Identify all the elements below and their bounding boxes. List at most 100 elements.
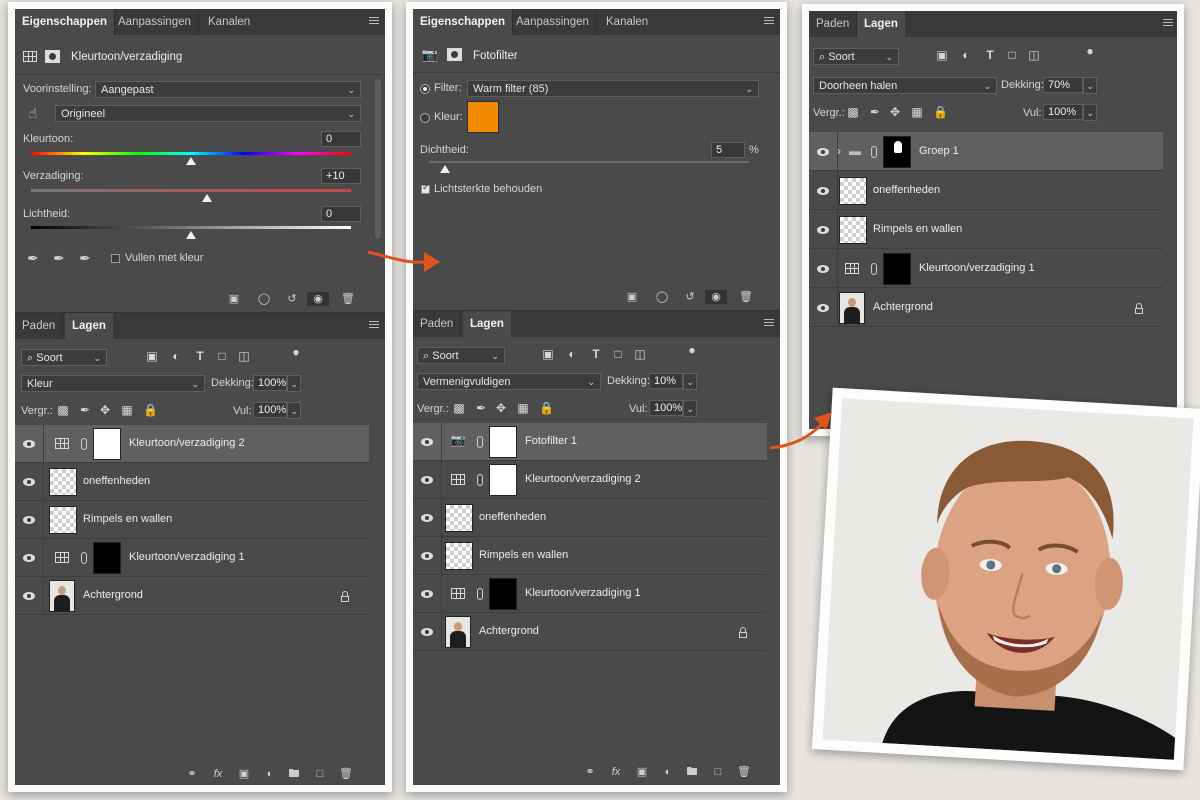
visibility-eye-icon[interactable] [421, 552, 433, 560]
tab-layers[interactable]: Lagen [65, 313, 113, 339]
filter-type-icon[interactable]: T [983, 48, 997, 62]
lock-artboard-icon[interactable]: ▦ [121, 403, 133, 417]
density-slider-track[interactable] [429, 161, 749, 163]
filter-toggle-icon[interactable]: ● [687, 343, 697, 357]
layer-row[interactable]: Rimpels en wallen [413, 537, 767, 575]
lock-artboard-icon[interactable]: ▦ [517, 401, 529, 415]
mask-icon[interactable] [447, 48, 462, 61]
layer-row[interactable]: › ▬ Groep 1 [809, 132, 1163, 171]
density-slider-thumb[interactable] [440, 165, 450, 173]
hue-slider-thumb[interactable] [186, 157, 196, 165]
opacity-field[interactable]: 100% [253, 375, 287, 391]
saturation-slider-track[interactable] [31, 189, 351, 192]
layer-row[interactable]: Achtergrond [413, 613, 767, 651]
lock-transparency-icon[interactable]: ▩ [847, 105, 859, 119]
color-swatch[interactable] [467, 101, 499, 133]
hand-target-icon[interactable]: ☝ [25, 105, 41, 122]
layer-row[interactable]: Kleurtoon/verzadiging 2 [15, 425, 369, 463]
filter-select[interactable]: Warm filter (85) ⌄ [467, 80, 759, 97]
visibility-icon[interactable]: ◉ [705, 290, 727, 304]
hue-saturation-icon[interactable] [451, 474, 465, 485]
tab-adjustments[interactable]: Aanpassingen [509, 9, 597, 35]
lock-all-icon[interactable]: 🔒 [143, 403, 158, 417]
visibility-eye-icon[interactable] [23, 516, 35, 524]
saturation-value-field[interactable]: +10 [321, 168, 361, 184]
visibility-eye-icon[interactable] [421, 514, 433, 522]
layer-mask-thumbnail[interactable] [489, 426, 517, 458]
layer-thumbnail[interactable] [839, 176, 867, 205]
visibility-eye-icon[interactable] [23, 592, 35, 600]
lock-artboard-icon[interactable]: ▦ [911, 105, 923, 119]
filter-shape-icon[interactable]: □ [611, 347, 625, 361]
layer-thumbnail[interactable] [445, 504, 473, 532]
density-field[interactable]: 5 [711, 142, 745, 158]
filter-shape-icon[interactable]: □ [215, 349, 229, 363]
camera-icon[interactable]: 📷 [449, 433, 467, 447]
tab-properties[interactable]: Eigenschappen [15, 9, 115, 35]
mask-link-icon[interactable] [81, 438, 87, 450]
mask-link-icon[interactable] [871, 262, 877, 275]
opacity-dropdown[interactable]: ⌄ [683, 373, 697, 390]
expand-chevron-icon[interactable]: › [835, 144, 843, 158]
layer-mask-thumbnail[interactable] [93, 542, 121, 574]
lock-position-icon[interactable]: ✥ [889, 105, 901, 119]
lock-all-icon[interactable]: 🔒 [539, 401, 554, 415]
fill-field[interactable]: 100% [253, 402, 287, 418]
lock-pixels-icon[interactable]: ✒ [79, 403, 91, 417]
visibility-eye-icon[interactable] [23, 478, 35, 486]
new-layer-icon[interactable]: □ [711, 765, 725, 779]
visibility-eye-icon[interactable] [23, 440, 35, 448]
colorize-checkbox[interactable] [111, 254, 120, 263]
lightness-slider-thumb[interactable] [186, 231, 196, 239]
layer-filter-select[interactable]: ⌕ Soort ⌄ [417, 347, 505, 364]
tab-properties[interactable]: Eigenschappen [413, 9, 513, 35]
filter-toggle-icon[interactable]: ● [1085, 44, 1095, 58]
layer-thumbnail[interactable] [49, 468, 77, 496]
layer-filter-select[interactable]: ⌕ Soort ⌄ [813, 48, 899, 65]
visibility-eye-icon[interactable] [421, 590, 433, 598]
layer-mask-thumbnail[interactable] [883, 135, 911, 168]
lock-all-icon[interactable]: 🔒 [933, 105, 948, 119]
properties-scrollbar[interactable] [375, 79, 381, 239]
visibility-icon[interactable]: ◉ [307, 292, 329, 306]
hue-value-field[interactable]: 0 [321, 131, 361, 147]
layer-row[interactable]: Rimpels en wallen [15, 501, 369, 539]
fx-icon[interactable]: fx [609, 765, 623, 779]
fx-icon[interactable]: fx [211, 767, 225, 781]
clip-to-layer-icon[interactable]: ▣ [227, 292, 241, 306]
layer-row[interactable]: Kleurtoon/verzadiging 1 [15, 539, 369, 577]
add-mask-icon[interactable]: ▣ [237, 767, 251, 781]
layer-thumbnail[interactable] [839, 215, 867, 244]
layer-thumbnail[interactable] [839, 291, 865, 324]
trash-icon[interactable]: 🗑 [341, 292, 355, 306]
saturation-slider-thumb[interactable] [202, 194, 212, 202]
layer-mask-thumbnail[interactable] [93, 428, 121, 460]
layer-thumbnail[interactable] [445, 542, 473, 570]
filter-smartobject-icon[interactable]: ◫ [237, 349, 251, 363]
panel-menu-icon[interactable] [764, 17, 774, 25]
layer-row[interactable]: Achtergrond [809, 288, 1163, 327]
filter-adjustment-icon[interactable]: ◐ [959, 48, 973, 62]
trash-icon[interactable]: 🗑 [737, 765, 751, 779]
lightness-slider-track[interactable] [31, 226, 351, 229]
filter-pixel-icon[interactable]: ▣ [935, 48, 949, 62]
trash-icon[interactable]: 🗑 [339, 767, 353, 781]
tab-layers[interactable]: Lagen [463, 311, 511, 337]
new-adjustment-icon[interactable]: ◐ [661, 765, 675, 779]
mask-link-icon[interactable] [871, 145, 877, 158]
layer-filter-select[interactable]: ⌕ Soort ⌄ [21, 349, 107, 366]
mask-link-icon[interactable] [81, 552, 87, 564]
layer-thumbnail[interactable] [49, 580, 75, 612]
hue-slider-track[interactable] [31, 152, 351, 155]
tab-layers[interactable]: Lagen [857, 11, 905, 37]
hue-saturation-icon[interactable] [55, 438, 69, 449]
layer-row[interactable]: 📷 Fotofilter 1 [413, 423, 767, 461]
visibility-eye-icon[interactable] [23, 554, 35, 562]
fill-field[interactable]: 100% [649, 400, 683, 416]
opacity-dropdown[interactable]: ⌄ [287, 375, 301, 392]
visibility-eye-icon[interactable] [817, 225, 829, 234]
mask-icon[interactable] [45, 50, 60, 63]
fill-dropdown[interactable]: ⌄ [287, 402, 301, 419]
layer-row[interactable]: Kleurtoon/verzadiging 1 [413, 575, 767, 613]
filter-type-icon[interactable]: T [193, 349, 207, 363]
